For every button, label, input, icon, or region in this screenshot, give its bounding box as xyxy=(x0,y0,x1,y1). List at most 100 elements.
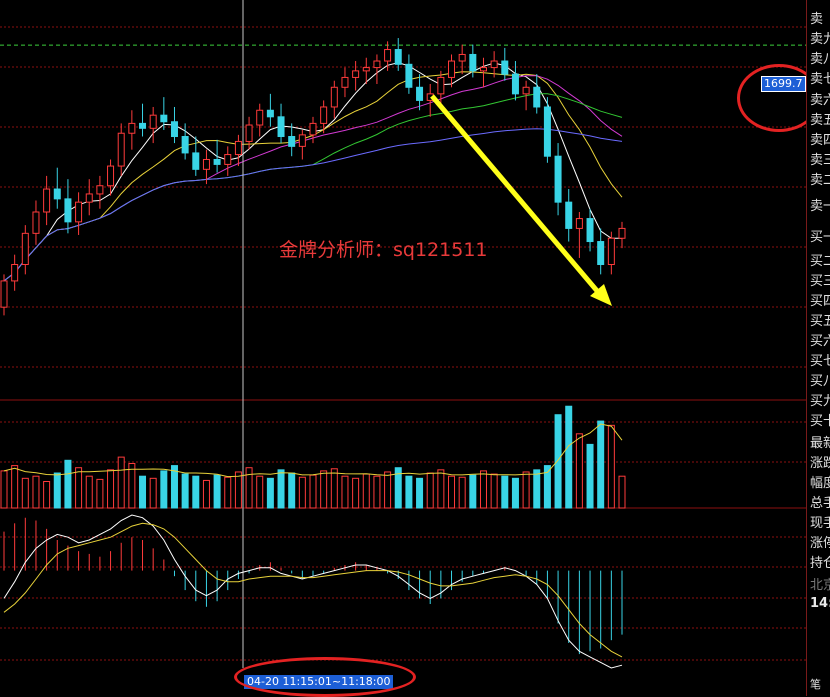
volume-bar xyxy=(341,475,349,509)
buy-level-6[interactable]: 买六 xyxy=(810,330,830,349)
volume-bar xyxy=(448,475,456,509)
stat-position-label: 持仓 xyxy=(810,556,830,571)
candle-body xyxy=(85,193,93,203)
macd-dea-line xyxy=(3,522,623,658)
sell-level-6[interactable]: 卖六 xyxy=(810,89,830,108)
candle-body xyxy=(543,106,551,157)
volume-bar xyxy=(586,443,594,509)
buy-level-8[interactable]: 买八 xyxy=(810,370,830,389)
volume-bar xyxy=(128,462,136,509)
candle-body xyxy=(75,201,83,223)
volume-bar xyxy=(416,477,424,509)
volume-bar xyxy=(597,420,605,509)
volume-bar xyxy=(554,414,562,509)
candle-body xyxy=(309,122,317,136)
buy-level-1[interactable]: 买一 xyxy=(810,226,830,245)
candle-body xyxy=(405,63,413,88)
volume-bar xyxy=(384,471,392,509)
candle-body xyxy=(202,158,210,170)
candle-body xyxy=(139,122,147,129)
candle-body xyxy=(277,116,285,138)
candle-body xyxy=(373,60,381,69)
candle-body xyxy=(416,86,424,101)
candle-body xyxy=(479,67,487,72)
volume-bar xyxy=(21,477,29,509)
candle-body xyxy=(149,114,157,129)
sell-level-8[interactable]: 卖八 xyxy=(810,48,830,67)
sell-level-5[interactable]: 卖五 xyxy=(810,109,830,128)
candle-body xyxy=(53,188,61,200)
volume-bar xyxy=(458,476,466,509)
candle-body xyxy=(224,154,232,165)
candle-body xyxy=(170,121,178,138)
volume-bar xyxy=(522,471,530,509)
sell-level-2[interactable]: 卖二 xyxy=(810,169,830,188)
buy-level-3[interactable]: 买三 xyxy=(810,270,830,289)
candle-body xyxy=(21,232,29,266)
candle-body xyxy=(107,165,115,187)
candle-body xyxy=(234,140,242,156)
location-label: 北京 xyxy=(810,578,830,593)
candle-body xyxy=(618,227,626,239)
candle-body xyxy=(437,76,445,95)
trend-arrow-shaft xyxy=(430,94,600,294)
candle-body xyxy=(11,264,19,282)
volume-bar xyxy=(277,469,285,509)
volume-bar xyxy=(565,405,573,509)
footer-label: 笔 xyxy=(810,678,821,691)
candle-body xyxy=(501,60,509,75)
volume-bar xyxy=(85,475,93,509)
candle-body xyxy=(458,53,466,62)
time-highlight-circle xyxy=(234,657,416,697)
chart-area[interactable] xyxy=(0,0,806,696)
volume-bar xyxy=(362,473,370,509)
sell-level-1[interactable]: 卖一 xyxy=(810,195,830,214)
candle-body xyxy=(298,134,306,147)
volume-bar xyxy=(479,470,487,509)
buy-level-5[interactable]: 买五 xyxy=(810,310,830,329)
buy-level-9[interactable]: 买九 xyxy=(810,390,830,409)
buy-level-2[interactable]: 买二 xyxy=(810,250,830,269)
volume-bar xyxy=(618,475,626,509)
candle-body xyxy=(213,158,221,165)
buy-level-10[interactable]: 买十 xyxy=(810,410,830,429)
sell-level-10[interactable]: 卖 xyxy=(810,8,823,27)
volume-bar xyxy=(181,473,189,509)
sell-level-4[interactable]: 卖四 xyxy=(810,129,830,148)
volume-bar xyxy=(533,469,541,509)
buy-level-7[interactable]: 买七 xyxy=(810,350,830,369)
volume-bar xyxy=(266,477,274,509)
candle-body xyxy=(256,109,264,126)
candle-body xyxy=(384,49,392,62)
quote-volume-label: 总手 xyxy=(810,496,830,511)
volume-bar xyxy=(437,469,445,509)
volume-bar xyxy=(298,476,306,509)
macd-dif-line xyxy=(3,514,623,669)
candle-body xyxy=(288,136,296,147)
candle-body xyxy=(128,122,136,134)
candle-body xyxy=(330,86,338,108)
buy-level-4[interactable]: 买四 xyxy=(810,290,830,309)
volume-bar xyxy=(330,468,338,509)
candle-body xyxy=(490,60,498,69)
volume-bar xyxy=(149,477,157,509)
volume-bar xyxy=(96,478,104,509)
volume-bar xyxy=(75,467,83,509)
candle-body xyxy=(565,201,573,229)
tick-time-label: 14: xyxy=(810,596,830,611)
volume-bar xyxy=(224,476,232,509)
quote-percent-label: 幅度 xyxy=(810,476,830,491)
volume-bar xyxy=(43,481,51,509)
volume-bar xyxy=(213,474,221,509)
volume-bar xyxy=(139,475,147,509)
volume-bar xyxy=(107,469,115,509)
sell-level-7[interactable]: 卖七 xyxy=(810,68,830,87)
sell-level-9[interactable]: 卖九 xyxy=(810,28,830,47)
sell-level-3[interactable]: 卖三 xyxy=(810,149,830,168)
candle-body xyxy=(352,70,360,78)
volume-bar xyxy=(575,433,583,509)
volume-bar xyxy=(192,475,200,509)
candle-body xyxy=(117,132,125,167)
volume-bar xyxy=(64,459,72,509)
candle-body xyxy=(64,198,72,223)
